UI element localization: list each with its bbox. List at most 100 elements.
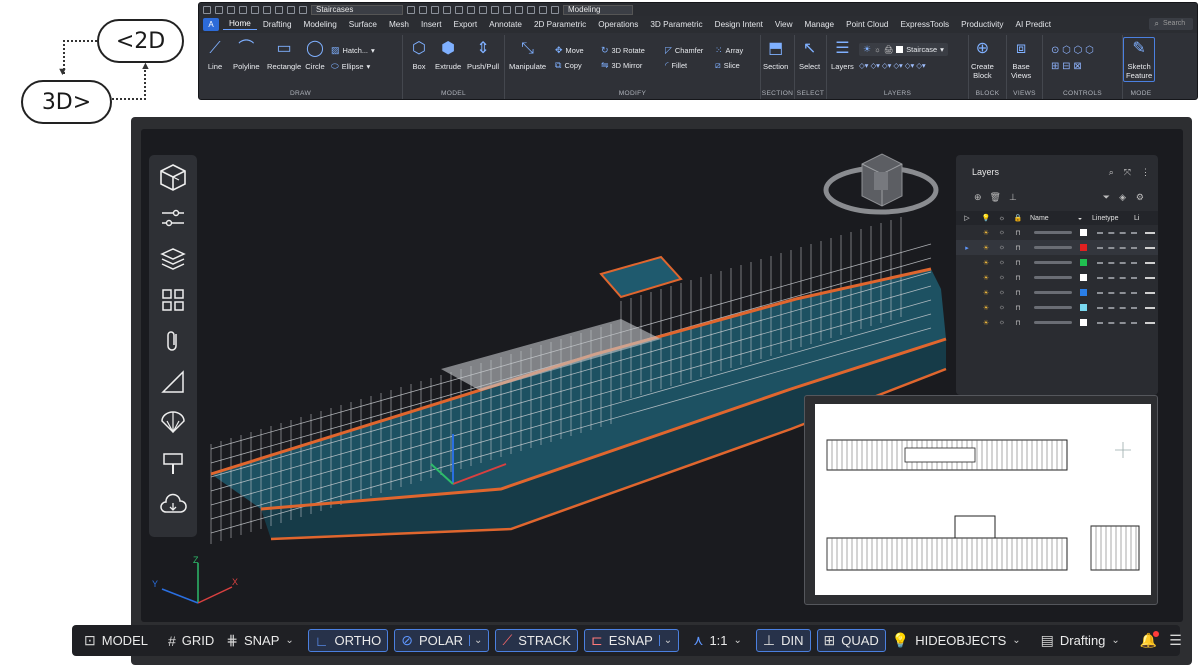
tab-design-intent[interactable]: Design Intent bbox=[709, 20, 769, 29]
tool-icon[interactable] bbox=[443, 5, 451, 14]
model-panel-title[interactable]: MODEL bbox=[403, 90, 504, 97]
tool-icon[interactable] bbox=[467, 5, 475, 14]
annotation-scale[interactable]: ⋏ 1:1 ⌄ bbox=[687, 629, 748, 652]
settings-icon[interactable]: ⚙ bbox=[1136, 192, 1144, 203]
tab-2d-parametric[interactable]: 2D Parametric bbox=[528, 20, 592, 29]
tool-icon[interactable] bbox=[407, 5, 415, 14]
polar-toggle[interactable]: ⊘ POLAR ⌄ bbox=[394, 629, 490, 652]
sun-icon[interactable]: ☼ bbox=[994, 289, 1010, 296]
new-layer-icon[interactable]: ⊕ bbox=[974, 192, 982, 203]
layer-color-swatch[interactable] bbox=[1080, 259, 1087, 266]
array-tool[interactable]: ⁙ Array bbox=[715, 45, 743, 56]
layer-lineweight[interactable] bbox=[1145, 306, 1155, 309]
layer-row[interactable]: ☀ ☼ ⊓ bbox=[956, 270, 1158, 285]
sun-icon[interactable]: ☼ bbox=[994, 244, 1010, 251]
layer-linetype[interactable] bbox=[1097, 321, 1137, 324]
polyline-tool[interactable]: ⌒ Polyline bbox=[233, 39, 260, 71]
lock-icon[interactable]: ⊓ bbox=[1010, 274, 1026, 282]
tool-icon[interactable] bbox=[551, 5, 559, 14]
layers-panel-title[interactable]: LAYERS bbox=[827, 90, 968, 97]
tab-drafting[interactable]: Drafting bbox=[257, 20, 298, 29]
tab-point-cloud[interactable]: Point Cloud bbox=[840, 20, 894, 29]
din-toggle[interactable]: ⊥ DIN bbox=[755, 629, 811, 652]
filter-icon[interactable]: ⏷ bbox=[1103, 192, 1110, 203]
model-toggle[interactable]: ⊡ MODEL bbox=[78, 629, 154, 652]
sun-icon[interactable]: ☼ bbox=[994, 259, 1010, 266]
layers-tool[interactable]: ☰ Layers bbox=[831, 39, 854, 71]
layer-lineweight[interactable] bbox=[1145, 276, 1155, 279]
chevron-down-icon[interactable]: ⌄ bbox=[285, 635, 293, 646]
new-icon[interactable] bbox=[203, 5, 211, 14]
model-3d-button[interactable] bbox=[154, 159, 192, 195]
draw-panel-title[interactable]: DRAW bbox=[199, 90, 402, 97]
sun-icon[interactable]: ☼ bbox=[994, 319, 1010, 326]
hatch-tool[interactable]: ▨ Hatch... ▾ bbox=[331, 45, 375, 56]
workspace-switcher[interactable]: ▤ Drafting ⌄ bbox=[1035, 629, 1126, 652]
layer-states-icon[interactable]: ◈ bbox=[1119, 192, 1126, 203]
hideobjects-toggle[interactable]: 💡 HIDEOBJECTS ⌄ bbox=[886, 629, 1027, 652]
tool-icon[interactable] bbox=[479, 5, 487, 14]
tool-icon[interactable] bbox=[515, 5, 523, 14]
tab-mesh[interactable]: Mesh bbox=[383, 20, 415, 29]
bulb-icon[interactable]: ☀ bbox=[978, 244, 994, 252]
layer-row[interactable]: ▸ ☀ ☼ ⊓ bbox=[956, 240, 1158, 255]
ortho-toggle[interactable]: ∟ ORTHO bbox=[307, 629, 389, 652]
bulb-icon[interactable]: ☀ bbox=[978, 259, 994, 267]
layout-preview-panel[interactable] bbox=[804, 395, 1158, 605]
undo-icon[interactable] bbox=[275, 5, 283, 14]
tab-surface[interactable]: Surface bbox=[343, 20, 383, 29]
chevron-down-icon[interactable]: ⌄ bbox=[1012, 635, 1020, 646]
tab-manage[interactable]: Manage bbox=[799, 20, 841, 29]
layer-row[interactable]: ☀ ☼ ⊓ bbox=[956, 255, 1158, 270]
app-menu-button[interactable]: A bbox=[203, 18, 219, 31]
bulb-icon[interactable]: ☀ bbox=[978, 274, 994, 282]
linetype-column-header[interactable]: Linetype bbox=[1088, 215, 1130, 222]
tab-ai-predict[interactable]: AI Predict bbox=[1009, 20, 1057, 29]
expand-icon[interactable]: ▷ bbox=[956, 214, 978, 222]
lock-icon[interactable]: ⊓ bbox=[1010, 229, 1026, 237]
bulb-icon[interactable]: ☀ bbox=[978, 229, 994, 237]
print-icon[interactable] bbox=[251, 5, 259, 14]
merge-layer-icon[interactable]: ⊥ bbox=[1009, 192, 1017, 203]
lineweight-column-header[interactable]: Li bbox=[1130, 215, 1139, 222]
switch-to-2d-button[interactable]: <2D bbox=[97, 19, 184, 63]
tool-icon[interactable] bbox=[503, 5, 511, 14]
move-tool[interactable]: ✥ Move bbox=[555, 45, 584, 56]
lock-icon[interactable]: ⊓ bbox=[1010, 244, 1026, 252]
controls-row-2[interactable]: ⊞ ⊟ ⊠ bbox=[1051, 61, 1082, 72]
chevron-down-icon[interactable]: ⌄ bbox=[1111, 635, 1119, 646]
tab-home[interactable]: Home bbox=[223, 19, 257, 30]
search-icon[interactable]: ⌕ bbox=[1109, 167, 1114, 178]
blocks-button[interactable] bbox=[154, 282, 192, 318]
layer-row[interactable]: ☀ ☼ ⊓ bbox=[956, 285, 1158, 300]
layer-linetype[interactable] bbox=[1097, 246, 1137, 249]
save-icon[interactable] bbox=[227, 5, 235, 14]
layer-lineweight[interactable] bbox=[1145, 261, 1155, 264]
tool-icon[interactable] bbox=[419, 5, 427, 14]
lock-icon[interactable]: ⊓ bbox=[1010, 289, 1026, 297]
esnap-toggle[interactable]: ⊏ ESNAP ⌄ bbox=[583, 629, 680, 652]
box-tool[interactable]: ⬡ Box bbox=[409, 39, 429, 71]
section-tool[interactable]: ⬒ Section bbox=[763, 39, 788, 71]
layer-linetype[interactable] bbox=[1097, 261, 1137, 264]
grid-toggle[interactable]: # GRID bbox=[162, 629, 220, 652]
tool-icon[interactable] bbox=[491, 5, 499, 14]
chevron-down-icon[interactable]: ⌄ bbox=[734, 635, 742, 646]
name-column-header[interactable]: Name bbox=[1026, 215, 1072, 222]
layer-color-swatch[interactable] bbox=[1080, 289, 1087, 296]
sun-icon[interactable]: ☼ bbox=[994, 304, 1010, 311]
layer-color-swatch[interactable] bbox=[1080, 319, 1087, 326]
views-panel-title[interactable]: VIEWS bbox=[1007, 90, 1042, 97]
current-file-field[interactable]: Staircases bbox=[311, 4, 403, 15]
open-icon[interactable] bbox=[215, 5, 223, 14]
plot-icon[interactable] bbox=[263, 5, 271, 14]
modify-panel-title[interactable]: MODIFY bbox=[505, 90, 760, 97]
tab-modeling[interactable]: Modeling bbox=[298, 20, 343, 29]
controls-row-1[interactable]: ⊙ ⬡ ⬡ ⬡ bbox=[1051, 45, 1094, 56]
layers-button[interactable] bbox=[154, 241, 192, 277]
extrude-tool[interactable]: ⬢ Extrude bbox=[435, 39, 461, 71]
sketch-feature-tool[interactable]: ✎ Sketch Feature bbox=[1123, 37, 1156, 82]
more-icon[interactable]: ⋮ bbox=[1141, 167, 1150, 178]
tab-expresstools[interactable]: ExpressTools bbox=[894, 20, 955, 29]
copy-tool[interactable]: ⧉ Copy bbox=[555, 60, 582, 71]
